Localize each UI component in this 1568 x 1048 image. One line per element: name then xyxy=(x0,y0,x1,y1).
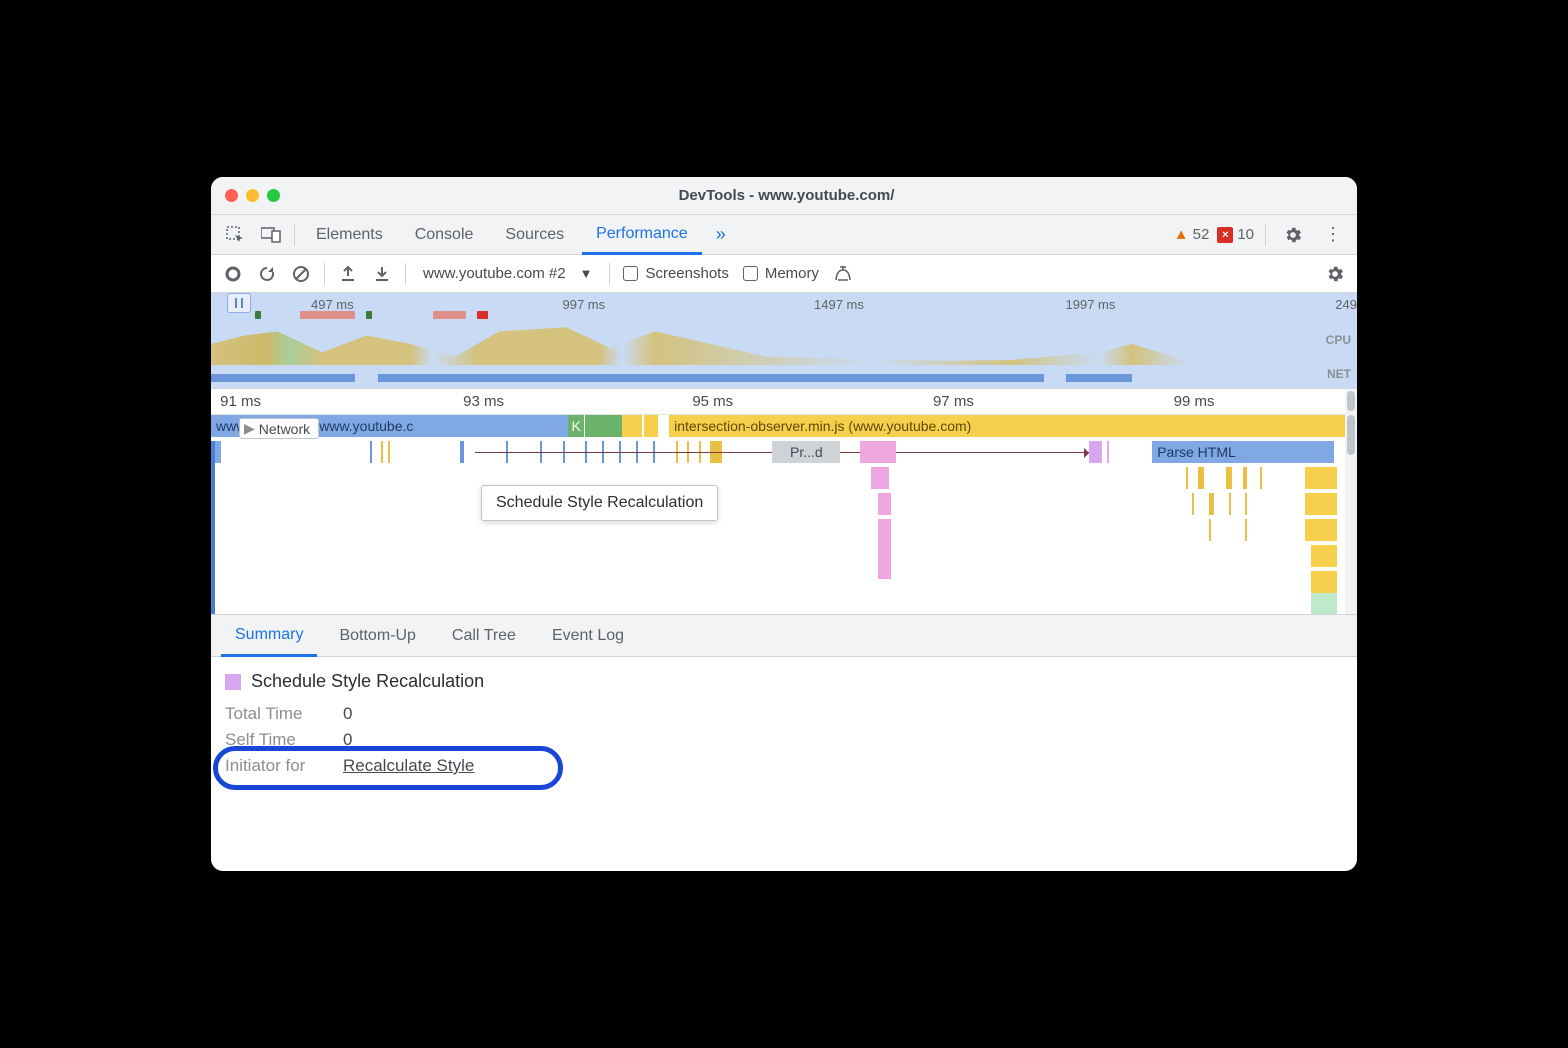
download-icon[interactable] xyxy=(368,260,396,288)
initiator-for-label: Initiator for xyxy=(225,756,325,776)
panel-settings-icon[interactable] xyxy=(1321,260,1349,288)
timeline-overview[interactable]: 497 ms 997 ms 1497 ms 1997 ms 249 CPU NE… xyxy=(211,293,1357,389)
memory-checkbox[interactable]: Memory xyxy=(739,265,823,282)
flamechart-ruler: 91 ms 93 ms 95 ms 97 ms 99 ms xyxy=(211,389,1357,415)
initiator-link[interactable]: Recalculate Style xyxy=(343,756,474,776)
flame-bar[interactable] xyxy=(1305,467,1337,489)
error-icon: × xyxy=(1217,227,1233,243)
flame-bar-selected[interactable] xyxy=(1089,441,1103,463)
flame-bar[interactable] xyxy=(1305,519,1337,541)
warnings-count[interactable]: ▲ 52 xyxy=(1174,226,1210,243)
tooltip: Schedule Style Recalculation xyxy=(481,485,718,521)
flame-bar[interactable] xyxy=(1311,593,1337,615)
scrollbar[interactable] xyxy=(1345,415,1357,614)
collect-garbage-icon[interactable] xyxy=(829,260,857,288)
self-time-value: 0 xyxy=(343,730,352,750)
devtools-window: DevTools - www.youtube.com/ Elements Con… xyxy=(211,177,1357,871)
upload-icon[interactable] xyxy=(334,260,362,288)
cpu-chart xyxy=(211,323,1321,365)
tab-performance[interactable]: Performance xyxy=(582,215,702,255)
recording-select[interactable]: www.youtube.com #2 ▼ xyxy=(415,265,600,282)
self-time-label: Self Time xyxy=(225,730,325,750)
tab-console[interactable]: Console xyxy=(401,215,488,255)
titlebar: DevTools - www.youtube.com/ xyxy=(211,177,1357,215)
settings-icon[interactable] xyxy=(1277,219,1309,251)
window-title: DevTools - www.youtube.com/ xyxy=(280,187,1293,204)
detail-tabs: Summary Bottom-Up Call Tree Event Log xyxy=(211,615,1357,657)
network-group[interactable]: ▶ Network xyxy=(239,418,319,439)
performance-toolbar: www.youtube.com #2 ▼ Screenshots Memory xyxy=(211,255,1357,293)
flame-bar[interactable]: Pr...d xyxy=(772,441,840,463)
chevron-right-icon: ▶ xyxy=(244,420,255,437)
event-swatch xyxy=(225,674,241,690)
reload-icon[interactable] xyxy=(253,260,281,288)
subtab-calltree[interactable]: Call Tree xyxy=(438,615,530,657)
total-time-value: 0 xyxy=(343,704,352,724)
clear-icon[interactable] xyxy=(287,260,315,288)
flame-bar[interactable] xyxy=(622,415,642,437)
net-chart xyxy=(211,374,1321,382)
flamechart[interactable]: www com/ (www.youtube.c ▶ Network K inte… xyxy=(211,415,1357,615)
total-time-label: Total Time xyxy=(225,704,325,724)
minimize-icon[interactable] xyxy=(246,189,259,202)
errors-count[interactable]: × 10 xyxy=(1217,226,1254,243)
subtab-eventlog[interactable]: Event Log xyxy=(538,615,638,657)
subtab-bottomup[interactable]: Bottom-Up xyxy=(325,615,429,657)
flame-bar[interactable] xyxy=(1305,493,1337,515)
chevron-down-icon: ▼ xyxy=(580,266,593,281)
tab-elements[interactable]: Elements xyxy=(302,215,397,255)
flame-bar[interactable]: intersection-observer.min.js (www.youtub… xyxy=(669,415,1345,437)
summary-panel: Schedule Style Recalculation Total Time … xyxy=(211,657,1357,792)
warning-icon: ▲ xyxy=(1174,226,1189,243)
inspect-icon[interactable] xyxy=(219,219,251,251)
flame-bar[interactable] xyxy=(860,441,896,463)
flame-bar[interactable] xyxy=(1311,545,1337,567)
close-icon[interactable] xyxy=(225,189,238,202)
cpu-label: CPU xyxy=(1326,333,1351,347)
flame-bar[interactable] xyxy=(644,415,658,437)
flame-bar[interactable] xyxy=(871,467,889,489)
net-label: NET xyxy=(1327,367,1351,381)
more-tabs-icon[interactable]: » xyxy=(706,224,736,245)
subtab-summary[interactable]: Summary xyxy=(221,615,317,657)
traffic-lights xyxy=(225,189,280,202)
screenshots-checkbox[interactable]: Screenshots xyxy=(619,265,732,282)
flame-bar[interactable] xyxy=(1311,571,1337,593)
main-toolbar: Elements Console Sources Performance » ▲… xyxy=(211,215,1357,255)
flame-bar[interactable]: K xyxy=(568,415,584,437)
flame-bar[interactable] xyxy=(878,493,892,515)
flame-bar[interactable]: Parse HTML xyxy=(1152,441,1333,463)
kebab-menu-icon[interactable]: ⋮ xyxy=(1317,219,1349,251)
tab-sources[interactable]: Sources xyxy=(491,215,578,255)
event-heading: Schedule Style Recalculation xyxy=(225,671,1343,692)
device-toggle-icon[interactable] xyxy=(255,219,287,251)
record-icon[interactable] xyxy=(219,260,247,288)
overview-ticks: 497 ms 997 ms 1497 ms 1997 ms 249 xyxy=(211,297,1357,312)
maximize-icon[interactable] xyxy=(267,189,280,202)
